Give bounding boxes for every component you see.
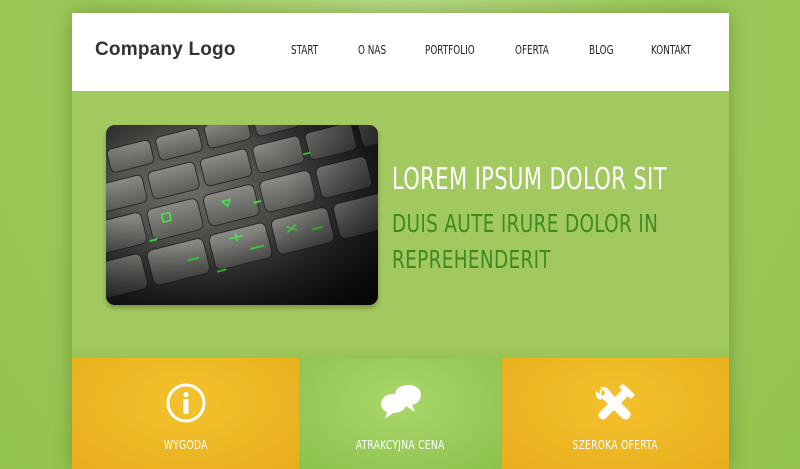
hero-subtitle: DUIS AUTE IRURE DOLOR IN REPREHENDERIT xyxy=(392,209,659,274)
chat-bubbles-icon xyxy=(377,382,425,426)
nav-item-blog[interactable]: BLOG xyxy=(589,43,613,57)
nav-item-oferta[interactable]: OFERTA xyxy=(515,43,549,57)
main-nav: START O NAS PORTFOLIO OFERTA BLOG KONTAK… xyxy=(72,43,729,63)
tools-icon xyxy=(594,382,638,428)
feature-label: ATRAKCYJNA CENA xyxy=(356,437,445,452)
page-container: Company Logo START O NAS PORTFOLIO OFERT… xyxy=(72,13,729,469)
nav-item-portfolio[interactable]: PORTFOLIO xyxy=(425,43,475,57)
hero-title: LOREM IPSUM DOLOR SIT xyxy=(392,162,667,197)
feature-label: SZEROKA OFERTA xyxy=(572,437,659,452)
keyboard-photo xyxy=(106,125,378,305)
feature-label: WYGODA xyxy=(163,437,208,452)
feature-szeroka-oferta[interactable]: SZEROKA OFERTA xyxy=(502,358,729,469)
nav-item-kontakt[interactable]: KONTAKT xyxy=(651,43,691,57)
site-header: Company Logo START O NAS PORTFOLIO OFERT… xyxy=(72,13,729,91)
info-icon xyxy=(165,382,207,428)
feature-wygoda[interactable]: WYGODA xyxy=(72,358,299,469)
features-row: WYGODA ATRAKCYJNA CENA SZEROKA OFERTA xyxy=(72,358,729,469)
nav-item-o-nas[interactable]: O NAS xyxy=(358,43,386,57)
section-divider xyxy=(72,346,729,358)
nav-item-start[interactable]: START xyxy=(291,43,318,57)
feature-atrakcyjna-cena[interactable]: ATRAKCYJNA CENA xyxy=(299,358,502,469)
hero-section: LOREM IPSUM DOLOR SIT DUIS AUTE IRURE DO… xyxy=(72,91,729,354)
